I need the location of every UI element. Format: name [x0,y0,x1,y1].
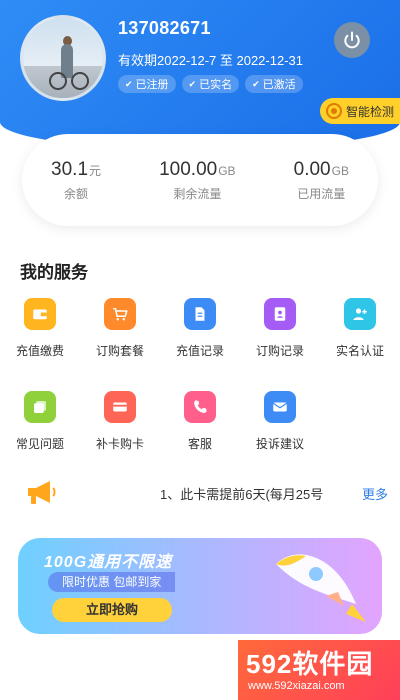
check-icon: ✔ [252,78,260,89]
service-real-name-auth[interactable]: 实名认证 [320,298,400,359]
site-watermark: 592软件园 www.592xiazai.com [238,640,400,700]
add-user-icon [344,298,376,330]
service-faq[interactable]: 常见问题 [0,391,80,452]
service-order-records[interactable]: 订购记录 [240,298,320,359]
badge-activated: ✔ 已激活 [245,75,303,93]
avatar[interactable] [20,15,106,101]
contacts-book-icon [264,298,296,330]
service-recharge[interactable]: 充值缴费 [0,298,80,359]
buy-now-button[interactable]: 立即抢购 [52,598,172,622]
cart-icon [104,298,136,330]
service-complaints[interactable]: 投诉建议 [240,391,320,452]
smart-detect-button[interactable]: 智能检测 [320,98,400,124]
stat-used-data[interactable]: 0.00GB 已用流量 [294,159,349,202]
stats-card: 30.1元 余额 100.00GB 剩余流量 0.00GB 已用流量 [22,134,378,226]
phone-icon [184,391,216,423]
card-icon [104,391,136,423]
service-recharge-records[interactable]: 充值记录 [160,298,240,359]
document-icon [184,298,216,330]
stat-remaining-data[interactable]: 100.00GB 剩余流量 [159,159,235,202]
power-button[interactable] [334,22,370,58]
profile-header: 137082671 有效期2022-12-7 至 2022-12-31 ✔ 已注册… [0,0,400,150]
megaphone-icon [28,481,56,504]
wallet-icon [24,298,56,330]
more-link[interactable]: 更多 [362,484,388,503]
notice-text: 1、此卡需提前6天(每月25号 [160,487,324,502]
mail-icon [264,391,296,423]
badge-verified: ✔ 已实名 [181,75,240,93]
services-grid: 充值缴费 订购套餐 充值记录 订购记录 实名认证 常见问题 补卡购卡 客服 投诉… [0,298,400,452]
promo-banner[interactable]: 100G通用不限速 限时优惠 包邮到家 立即抢购 [18,538,382,634]
check-icon: ✔ [188,78,197,89]
watermark-url: www.592xiazai.com [248,680,345,692]
watermark-brand: 592软件园 [246,649,374,679]
service-card-purchase[interactable]: 补卡购卡 [80,391,160,452]
power-icon [344,31,360,49]
service-customer-service[interactable]: 客服 [160,391,240,452]
target-icon [326,103,342,119]
stack-icon [24,391,56,423]
notice-bar[interactable]: 1、此卡需提前6天(每月25号 更多 [0,475,400,509]
service-order-plan[interactable]: 订购套餐 [80,298,160,359]
services-title: 我的服务 [20,263,88,282]
validity-period: 有效期2022-12-7 至 2022-12-31 [118,53,303,68]
stat-balance[interactable]: 30.1元 余额 [51,159,101,202]
rocket-icon [276,554,366,622]
banner-title: 100G通用不限速 [44,554,173,571]
banner-subtitle: 限时优惠 包邮到家 [48,572,176,592]
status-badges: ✔ 已注册 ✔ 已实名 ✔ 已激活 [118,75,303,93]
badge-registered: ✔ 已注册 [118,75,176,93]
phone-number: 137082671 [118,18,211,38]
check-icon: ✔ [125,78,133,89]
